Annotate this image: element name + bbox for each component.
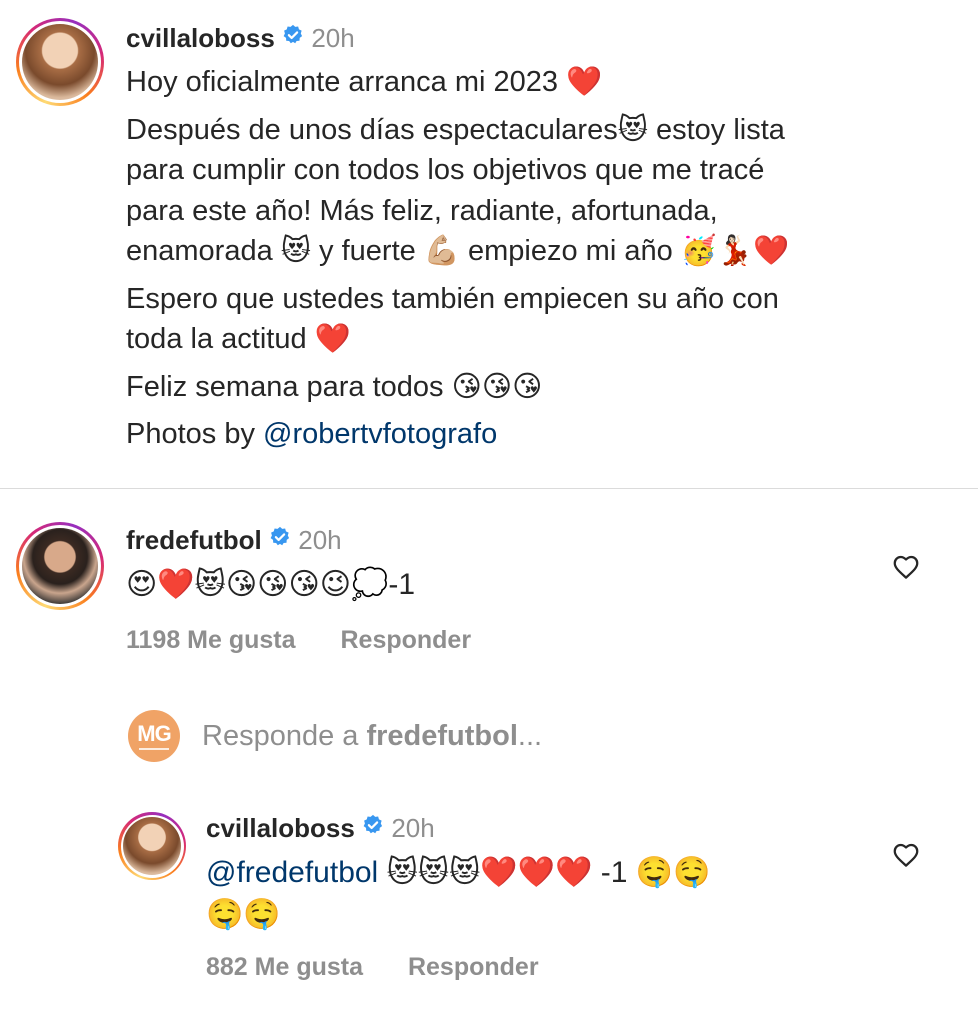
comment2-line1-rest: 😻😻😻❤️❤️❤️ -1 🤤🤤 xyxy=(378,856,711,889)
verified-badge-icon xyxy=(282,21,304,53)
comment2-time: 20h xyxy=(391,813,435,843)
heart-outline-icon xyxy=(893,843,919,867)
post-time: 20h xyxy=(311,23,355,53)
reply-input-username: fredefutbol xyxy=(366,720,518,752)
comment2-meta: 882 Me gusta Responder xyxy=(206,951,539,983)
caption-line: toda la actitud ❤️ xyxy=(126,323,351,355)
comment2-mention-link[interactable]: @fredefutbol xyxy=(206,856,378,889)
comment2-like-button[interactable] xyxy=(891,840,921,870)
post-caption: Hoy oficialmente arranca mi 2023 ❤️ Desp… xyxy=(126,62,789,455)
comment2-header: cvillaloboss 20h xyxy=(206,812,435,846)
comment1-reply-button[interactable]: Responder xyxy=(340,626,471,654)
caption-line: Feliz semana para todos 😘😘😘 xyxy=(126,370,543,403)
caption-line: Espero que ustedes también empiecen su a… xyxy=(126,282,779,315)
comment1-header: fredefutbol 20h xyxy=(126,524,342,558)
comment2-line2: 🤤🤤 xyxy=(206,898,281,931)
comment1-likes[interactable]: 1198 Me gusta xyxy=(126,626,296,654)
photos-credit: Photos by @robertvfotografo xyxy=(126,414,789,455)
comment1-text: 😍❤️😻😘😘😘😉💭-1 xyxy=(126,568,416,601)
photos-credit-prefix: Photos by xyxy=(126,418,264,450)
comment2-reply-button[interactable]: Responder xyxy=(408,953,539,981)
caption-line: Después de unos días espectaculares😻 est… xyxy=(126,113,785,146)
comment2-avatar-photo xyxy=(123,817,181,875)
mg-logo-avatar: MG xyxy=(128,710,180,762)
reply-input-suffix: ... xyxy=(517,720,543,752)
comment1-avatar[interactable] xyxy=(16,522,104,610)
reply-input-prefix: Responde a xyxy=(202,720,367,752)
caption-line: enamorada 😻 y fuerte 💪🏼 empiezo mi año 🥳… xyxy=(126,235,790,267)
verified-badge-icon xyxy=(362,811,384,843)
caption-line: para este año! Más feliz, radiante, afor… xyxy=(126,194,718,227)
comment2-avatar[interactable] xyxy=(118,812,186,880)
comment1-username[interactable]: fredefutbol xyxy=(126,525,262,555)
comment1-avatar-photo xyxy=(22,528,98,604)
comment1-like-button[interactable] xyxy=(891,552,921,582)
mg-logo-subline xyxy=(139,747,169,750)
post-avatar[interactable] xyxy=(16,18,104,106)
comment1-meta: 1198 Me gusta Responder xyxy=(126,624,471,656)
comment2-likes[interactable]: 882 Me gusta xyxy=(206,953,363,981)
comment2-line: @fredefutbol 😻😻😻❤️❤️❤️ -1 🤤🤤 xyxy=(206,852,711,894)
comment2-username[interactable]: cvillaloboss xyxy=(206,813,355,843)
post-username[interactable]: cvillaloboss xyxy=(126,23,275,53)
verified-badge-icon xyxy=(269,523,291,555)
divider xyxy=(0,488,978,489)
caption-line: Hoy oficialmente arranca mi 2023 ❤️ xyxy=(126,66,603,98)
comment1-time: 20h xyxy=(298,525,342,555)
comment2-text: @fredefutbol 😻😻😻❤️❤️❤️ -1 🤤🤤 🤤🤤 xyxy=(206,852,711,936)
heart-outline-icon xyxy=(893,555,919,579)
photographer-mention-link[interactable]: @robertvfotografo xyxy=(263,418,497,450)
post-avatar-photo xyxy=(22,24,98,100)
reply-input[interactable]: Responde a fredefutbol... xyxy=(202,716,542,756)
mg-logo-text: MG xyxy=(137,720,171,746)
caption-line: para cumplir con todos los objetivos que… xyxy=(126,154,765,186)
post-header: cvillaloboss 20h xyxy=(126,22,355,56)
